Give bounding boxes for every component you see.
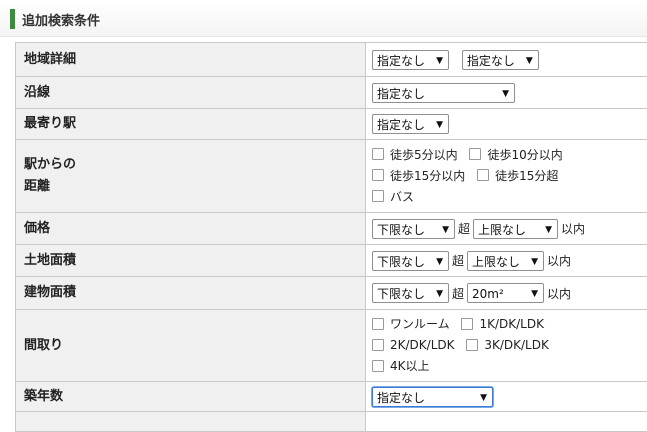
chevron-down-icon: ▼ [436,252,443,272]
layout-option-4k[interactable]: 4K以上 [372,356,430,377]
chevron-down-icon: ▼ [436,115,443,135]
chevron-down-icon: ▼ [531,252,538,272]
chevron-down-icon: ▼ [526,51,533,71]
layout-option-1k[interactable]: 1K/DK/LDK [461,314,544,335]
search-conditions-table: 地域詳細 指定なし ▼ 指定なし ▼ 沿線 指定なし ▼ 最寄り駅 指定なし ▼ [15,42,647,432]
row-station: 最寄り駅 指定なし ▼ [16,109,647,140]
area-select-1[interactable]: 指定なし ▼ [372,50,449,70]
age-label: 築年数 [16,382,366,412]
checkbox-icon[interactable] [477,169,489,181]
layout-option-2k[interactable]: 2K/DK/LDK [372,335,455,356]
checkbox-icon[interactable] [461,318,473,330]
row-distance: 駅からの 距離 徒歩5分以内 徒歩10分以内 徒歩15分以内 徒歩15分超 [16,140,647,213]
checkbox-icon[interactable] [372,318,384,330]
land-max-select[interactable]: 上限なし ▼ [467,251,544,271]
row-layout: 間取り ワンルーム 1K/DK/LDK 2K/DK/LDK 3K/DK/LDK [16,310,647,382]
row-building-area: 建物面積 下限なし ▼ 超 20m² ▼ 以内 [16,277,647,310]
checkbox-icon[interactable] [372,360,384,372]
layout-option-3k[interactable]: 3K/DK/LDK [466,335,549,356]
row-line: 沿線 指定なし ▼ [16,77,647,109]
line-select[interactable]: 指定なし ▼ [372,83,515,103]
section-accent-bar [10,9,15,29]
area-select-2[interactable]: 指定なし ▼ [462,50,539,70]
checkbox-icon[interactable] [466,339,478,351]
distance-option-15min[interactable]: 徒歩15分以内 [372,166,465,187]
layout-label: 間取り [16,310,366,382]
station-select[interactable]: 指定なし ▼ [372,114,449,134]
checkbox-icon[interactable] [372,339,384,351]
section-header: 追加検索条件 [0,0,647,37]
line-label: 沿線 [16,77,366,109]
checkbox-icon[interactable] [372,148,384,160]
price-min-select[interactable]: 下限なし ▼ [372,219,455,239]
age-select[interactable]: 指定なし ▼ [372,387,493,407]
row-land-area: 土地面積 下限なし ▼ 超 上限なし ▼ 以内 [16,245,647,277]
distance-option-5min[interactable]: 徒歩5分以内 [372,145,458,166]
building-area-label: 建物面積 [16,277,366,310]
distance-option-10min[interactable]: 徒歩10分以内 [469,145,562,166]
chevron-down-icon: ▼ [545,220,552,240]
row-age: 築年数 指定なし ▼ [16,382,647,412]
chevron-down-icon: ▼ [480,388,487,408]
land-min-select[interactable]: 下限なし ▼ [372,251,449,271]
chevron-down-icon: ▼ [442,220,449,240]
layout-option-oneroom[interactable]: ワンルーム [372,314,450,335]
chevron-down-icon: ▼ [502,84,509,104]
area-label: 地域詳細 [16,43,366,77]
row-price: 価格 下限なし ▼ 超 上限なし ▼ 以内 [16,213,647,245]
row-next [16,412,647,432]
checkbox-icon[interactable] [469,148,481,160]
price-label: 価格 [16,213,366,245]
land-area-label: 土地面積 [16,245,366,277]
checkbox-icon[interactable] [372,169,384,181]
station-label: 最寄り駅 [16,109,366,140]
distance-label: 駅からの 距離 [16,140,366,213]
section-title: 追加検索条件 [22,10,100,29]
distance-option-bus[interactable]: バス [372,187,414,208]
chevron-down-icon: ▼ [436,51,443,71]
building-max-select[interactable]: 20m² ▼ [467,283,544,303]
building-min-select[interactable]: 下限なし ▼ [372,283,449,303]
price-max-select[interactable]: 上限なし ▼ [473,219,558,239]
checkbox-icon[interactable] [372,190,384,202]
row-area: 地域詳細 指定なし ▼ 指定なし ▼ [16,43,647,77]
chevron-down-icon: ▼ [531,284,538,304]
chevron-down-icon: ▼ [436,284,443,304]
distance-option-over15min[interactable]: 徒歩15分超 [477,166,558,187]
